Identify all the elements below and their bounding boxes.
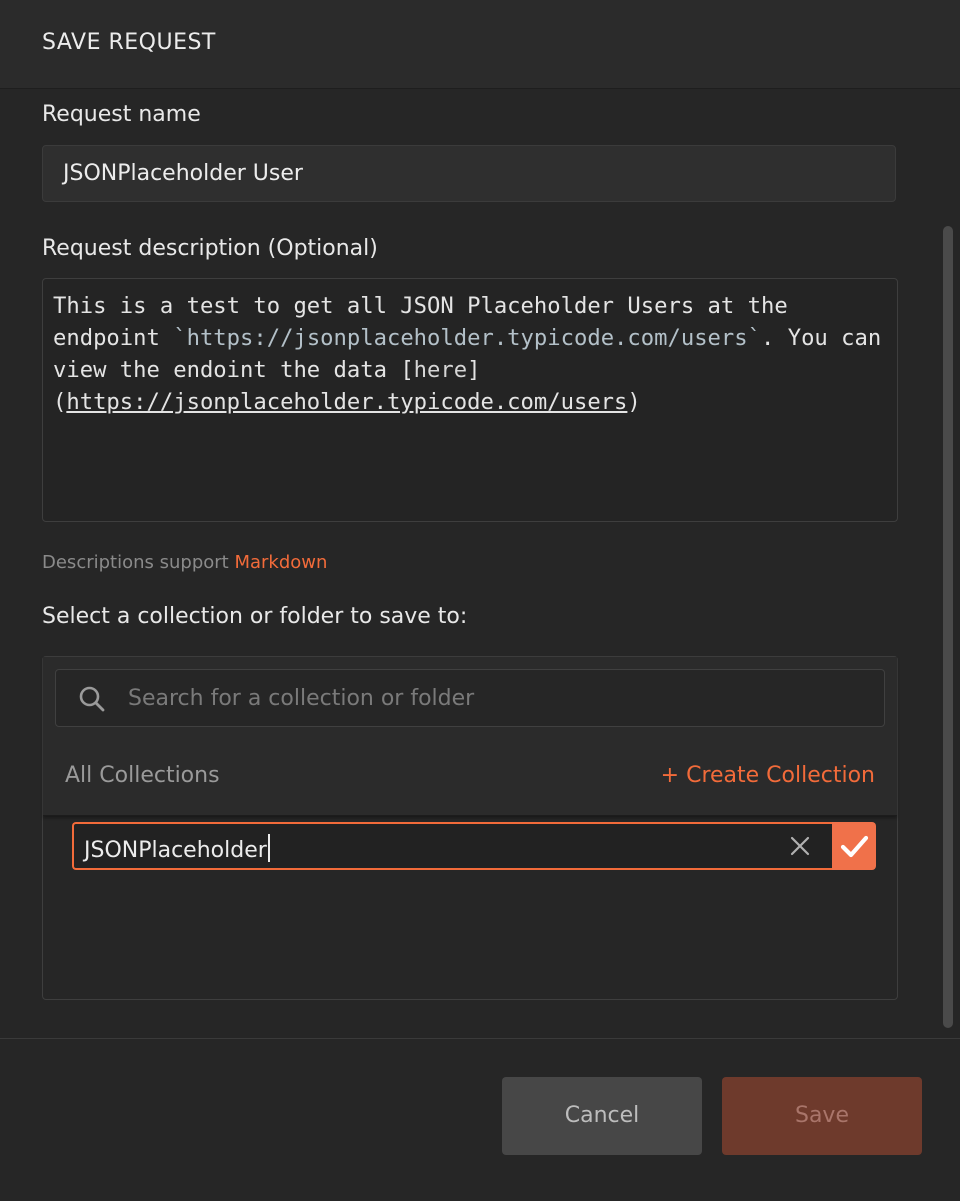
save-request-modal: SAVE REQUEST Request name JSONPlaceholde… [0,0,960,1201]
new-collection-row: JSONPlaceholder [72,822,876,870]
request-description-label: Request description (Optional) [42,236,378,261]
all-collections-label: All Collections [65,763,220,788]
description-link-url: https://jsonplaceholder.typicode.com/use… [66,389,628,415]
cancel-button[interactable]: Cancel [502,1077,702,1155]
markdown-hint: Descriptions support Markdown [42,552,327,573]
modal-header: SAVE REQUEST [0,0,960,89]
collection-search-input[interactable]: Search for a collection or folder [55,669,885,727]
description-code: `https://jsonplaceholder.typicode.com/us… [173,325,761,351]
description-link-close: ) [627,389,641,415]
scrollbar[interactable] [943,226,953,1028]
new-collection-name-input[interactable]: JSONPlaceholder [72,822,832,870]
markdown-hint-text: Descriptions support [42,552,229,573]
modal-title: SAVE REQUEST [42,30,216,55]
close-icon[interactable] [788,834,812,858]
new-collection-name-value: JSONPlaceholder [84,838,267,863]
save-button[interactable]: Save [722,1077,922,1155]
collection-select-label: Select a collection or folder to save to… [42,604,468,629]
modal-footer: Cancel Save [0,1038,960,1201]
collections-panel-header: Search for a collection or folder All Co… [43,657,897,816]
create-collection-link[interactable]: + Create Collection [661,763,875,788]
confirm-collection-button[interactable] [832,822,876,870]
search-icon [79,686,105,712]
request-name-input[interactable]: JSONPlaceholder User [42,145,896,202]
text-caret [267,834,270,862]
request-name-label: Request name [42,102,201,127]
markdown-link[interactable]: Markdown [234,552,327,573]
checkmark-icon [840,835,869,858]
description-link-open: [ [400,357,414,383]
request-description-textarea[interactable]: This is a test to get all JSON Placehold… [42,278,898,522]
description-link-text: here [413,357,468,383]
search-placeholder: Search for a collection or folder [128,686,475,711]
